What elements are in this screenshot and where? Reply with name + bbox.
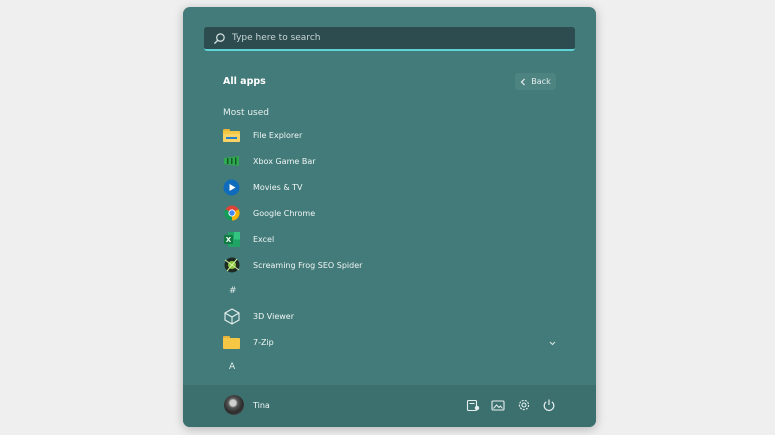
back-button[interactable]: Back xyxy=(515,73,556,90)
search-box[interactable] xyxy=(204,27,575,51)
xbox-game-bar-icon xyxy=(223,153,240,170)
avatar[interactable] xyxy=(224,395,244,415)
start-menu: All apps Back Most used File Explorer xyxy=(183,7,596,427)
app-item-label: 3D Viewer xyxy=(253,311,294,321)
svg-text:X: X xyxy=(225,236,231,244)
power-icon[interactable] xyxy=(542,398,556,412)
start-footer: Tina xyxy=(183,385,596,427)
chevron-left-icon xyxy=(520,78,526,85)
app-item-file-explorer[interactable]: File Explorer xyxy=(223,124,563,146)
documents-icon[interactable] xyxy=(466,398,480,412)
section-header-a[interactable]: A xyxy=(229,362,235,372)
page-title: All apps xyxy=(223,76,266,87)
section-header-hash[interactable]: # xyxy=(229,286,237,296)
chrome-icon xyxy=(223,205,240,222)
app-item-label: Google Chrome xyxy=(253,208,316,218)
excel-icon: X xyxy=(223,231,240,248)
app-item-google-chrome[interactable]: Google Chrome xyxy=(223,202,563,224)
movies-tv-icon xyxy=(223,179,240,196)
app-item-label: Excel xyxy=(253,234,275,244)
app-item-label: Movies & TV xyxy=(253,182,303,192)
app-item-movies-tv[interactable]: Movies & TV xyxy=(223,176,563,198)
screaming-frog-icon xyxy=(223,257,240,274)
settings-icon[interactable] xyxy=(517,398,531,412)
app-item-xbox-game-bar[interactable]: Xbox Game Bar xyxy=(223,150,563,172)
app-item-label: Xbox Game Bar xyxy=(253,156,316,166)
section-header-most-used: Most used xyxy=(223,108,269,118)
search-input[interactable] xyxy=(232,29,562,47)
folder-icon xyxy=(223,334,240,351)
app-item-label: File Explorer xyxy=(253,130,303,140)
app-item-label: 7-Zip xyxy=(253,337,274,347)
pictures-folder-icon[interactable] xyxy=(491,398,505,412)
app-item-label: Screaming Frog SEO Spider xyxy=(253,260,363,270)
3d-viewer-icon xyxy=(223,307,240,325)
back-label: Back xyxy=(531,77,551,86)
app-item-excel[interactable]: X Excel xyxy=(223,228,563,250)
app-item-7zip[interactable]: 7-Zip xyxy=(223,331,563,353)
file-explorer-icon xyxy=(223,127,240,144)
app-item-screaming-frog[interactable]: Screaming Frog SEO Spider xyxy=(223,254,563,276)
search-icon xyxy=(213,33,225,45)
chevron-down-icon[interactable] xyxy=(548,339,557,348)
user-name[interactable]: Tina xyxy=(253,401,270,410)
app-item-3d-viewer[interactable]: 3D Viewer xyxy=(223,305,563,327)
